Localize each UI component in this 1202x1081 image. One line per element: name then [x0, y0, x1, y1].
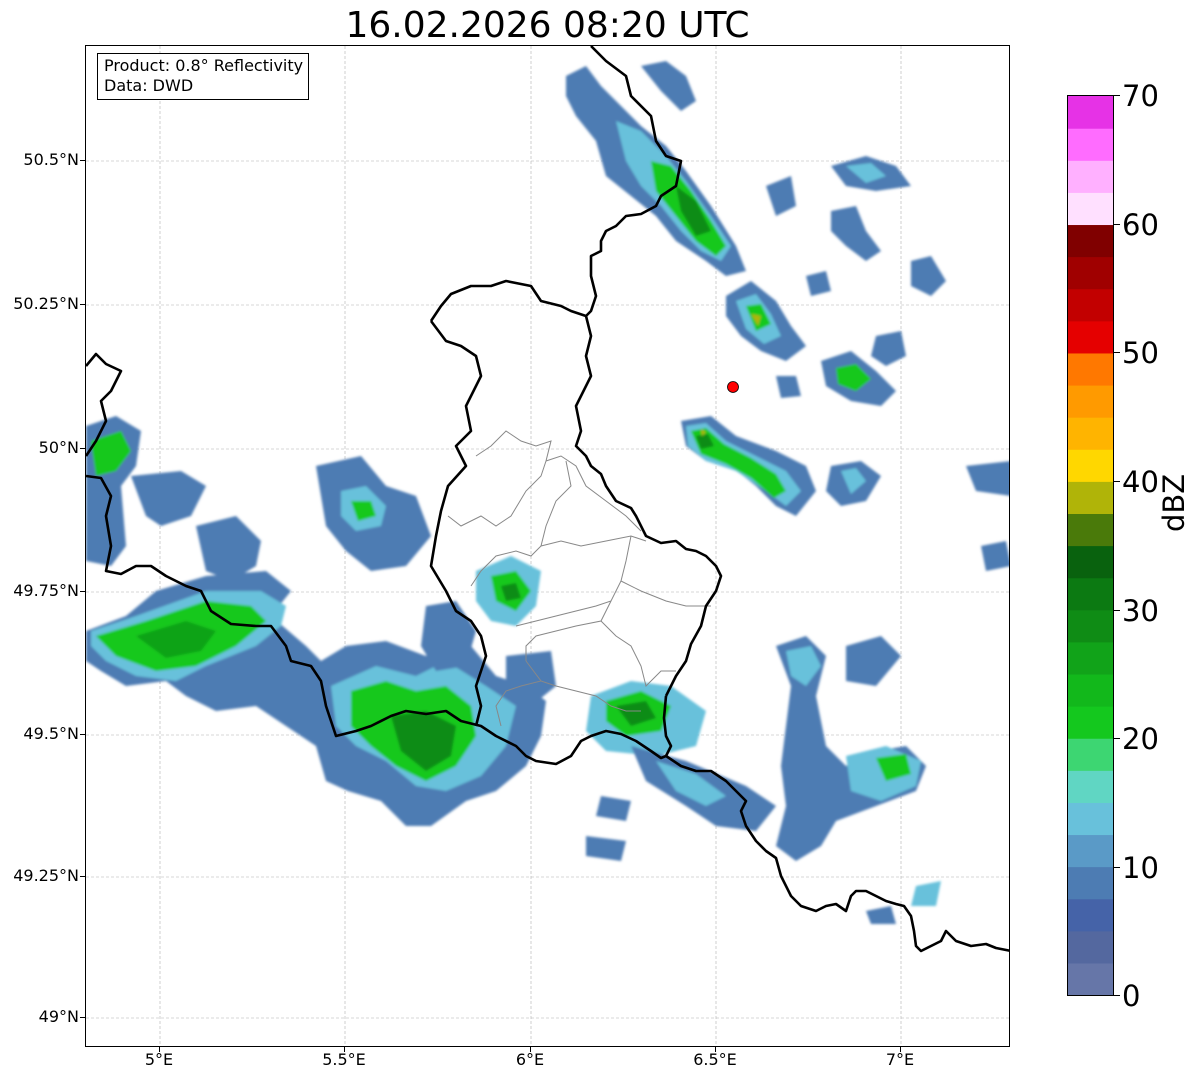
precipitation-echoes [86, 61, 1009, 924]
reflectivity-colorbar [1067, 95, 1114, 996]
colorbar-tick-mark [1114, 95, 1120, 96]
lon-tick-label: 5°E [144, 1050, 174, 1069]
colorbar-swatch [1068, 577, 1113, 611]
colorbar-swatch [1068, 738, 1113, 771]
colorbar-tick-mark [1114, 481, 1120, 482]
colorbar-swatch [1068, 481, 1113, 514]
lat-tick-mark [80, 448, 85, 449]
colorbar-swatch [1068, 930, 1113, 964]
lon-tick-mark [159, 1047, 160, 1052]
colorbar-swatch [1068, 641, 1113, 675]
radar-map[interactable] [85, 45, 1010, 1047]
colorbar-swatches [1068, 96, 1113, 995]
colorbar-swatch [1068, 192, 1113, 226]
colorbar-swatch [1068, 545, 1113, 579]
map-title: 16.02.2026 08:20 UTC [345, 5, 750, 46]
colorbar-swatch [1068, 706, 1113, 739]
lat-tick-mark [80, 1017, 85, 1018]
colorbar-swatch [1068, 160, 1113, 193]
lat-tick-mark [80, 160, 85, 161]
lat-tick-mark [80, 591, 85, 592]
colorbar-swatch [1068, 962, 1113, 995]
colorbar-tick-mark [1114, 738, 1120, 739]
colorbar-tick-mark [1114, 995, 1120, 996]
lon-tick-mark [344, 1047, 345, 1052]
colorbar-swatch [1068, 449, 1113, 482]
colorbar-swatch [1068, 802, 1113, 836]
colorbar-tick-mark [1114, 610, 1120, 611]
colorbar-unit-label: dBZ [1157, 473, 1191, 532]
colorbar-tick-label: 50 [1122, 336, 1159, 370]
lon-tick-label: 6°E [515, 1050, 545, 1069]
colorbar-tick-mark [1114, 352, 1120, 353]
lat-tick-label: 49.75°N [13, 581, 79, 600]
lat-tick-label: 50.25°N [13, 294, 79, 313]
colorbar-swatch [1068, 770, 1113, 803]
colorbar-swatch [1068, 352, 1113, 386]
colorbar-tick-mark [1114, 224, 1120, 225]
colorbar-swatch [1068, 224, 1113, 258]
lat-tick-label: 50.5°N [23, 150, 79, 169]
lat-tick-label: 49.5°N [23, 724, 79, 743]
colorbar-swatch [1068, 320, 1113, 354]
colorbar-tick-label: 10 [1122, 851, 1159, 885]
product-info-box: Product: 0.8° Reflectivity Data: DWD [97, 53, 310, 100]
colorbar-swatch [1068, 288, 1113, 322]
colorbar-swatch [1068, 384, 1113, 418]
lon-tick-label: 6.5°E [693, 1050, 737, 1069]
colorbar-swatch [1068, 834, 1113, 868]
lon-tick-mark [715, 1047, 716, 1052]
lat-tick-label: 49.25°N [13, 866, 79, 885]
colorbar-tick-label: 40 [1122, 465, 1159, 499]
colorbar-swatch [1068, 128, 1113, 161]
lat-tick-mark [80, 304, 85, 305]
colorbar-tick-mark [1114, 867, 1120, 868]
colorbar-tick-label: 20 [1122, 722, 1159, 756]
colorbar-tick-label: 60 [1122, 208, 1159, 242]
colorbar-swatch [1068, 866, 1113, 900]
lon-tick-label: 7°E [885, 1050, 915, 1069]
colorbar-swatch [1068, 513, 1113, 547]
colorbar-swatch [1068, 609, 1113, 643]
colorbar-tick-label: 70 [1122, 79, 1159, 113]
lat-tick-label: 49°N [38, 1007, 79, 1026]
lon-tick-label: 5.5°E [322, 1050, 366, 1069]
lat-tick-mark [80, 876, 85, 877]
colorbar-tick-label: 30 [1122, 594, 1159, 628]
colorbar-swatch [1068, 898, 1113, 932]
colorbar-tick-label: 0 [1122, 979, 1141, 1013]
lon-tick-mark [530, 1047, 531, 1052]
lat-tick-mark [80, 734, 85, 735]
data-source-label: Data: DWD [104, 76, 194, 95]
product-label: Product: 0.8° Reflectivity [104, 56, 304, 75]
colorbar-swatch [1068, 256, 1113, 290]
radar-map-svg [86, 46, 1009, 1046]
colorbar-swatch [1068, 417, 1113, 450]
colorbar-swatch [1068, 673, 1113, 707]
lon-tick-mark [900, 1047, 901, 1052]
radar-site-marker [727, 381, 739, 393]
lat-tick-label: 50°N [38, 438, 79, 457]
colorbar-swatch [1068, 96, 1113, 129]
